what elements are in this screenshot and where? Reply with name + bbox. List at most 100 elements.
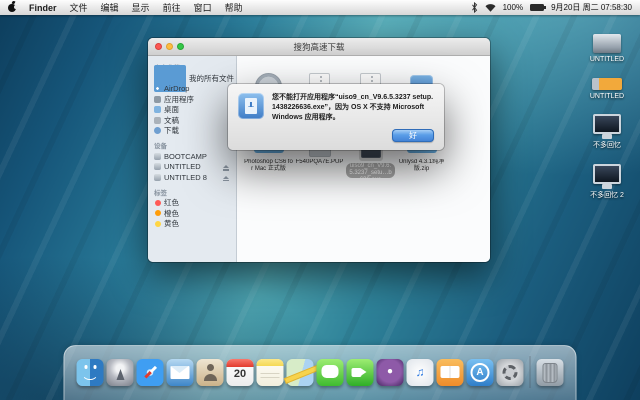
dock-icon-trash[interactable] xyxy=(537,359,564,386)
dock-icon-launchpad[interactable] xyxy=(107,359,134,386)
dock-separator xyxy=(530,356,531,388)
sidebar-item-bootcamp[interactable]: BOOTCAMP xyxy=(154,151,236,162)
dock: 20 xyxy=(64,345,577,400)
file-name: Unlysd 4.3.1纯净版.zip xyxy=(397,159,446,173)
battery-percent[interactable]: 100% xyxy=(503,3,523,12)
downloads-icon xyxy=(154,127,161,134)
desktop-icon-label: UNTITLED xyxy=(590,56,624,64)
menu-finder[interactable]: Finder xyxy=(28,3,58,13)
sidebar-item-label: 我的所有文件 xyxy=(189,73,234,84)
menu-bar: Finder 文件 编辑 显示 前往 窗口 帮助 100% 9月20日 周二 0… xyxy=(0,0,640,15)
alert-app-icon xyxy=(238,93,264,119)
sidebar-item-downloads[interactable]: 下载 xyxy=(154,126,236,137)
sidebar-item-label: 红色 xyxy=(164,197,179,208)
sidebar-item-tag-yellow[interactable]: 黄色 xyxy=(154,219,236,230)
desktop-icon-display-1[interactable]: 不多回忆 xyxy=(576,114,638,150)
sidebar-item-applications[interactable]: 应用程序 xyxy=(154,94,236,105)
desktop-icon-label: 不多回忆 xyxy=(593,142,621,150)
yellow-tag-icon xyxy=(155,221,161,227)
finder-sidebar: 个人收藏 我的所有文件 AirDrop 应用程序 桌面 文稿 下载 设备 BOO… xyxy=(148,56,237,262)
zoom-button[interactable] xyxy=(177,43,184,50)
documents-icon xyxy=(154,117,161,124)
wifi-icon[interactable] xyxy=(485,3,496,12)
sidebar-item-label: 应用程序 xyxy=(164,94,194,105)
menu-view[interactable]: 显示 xyxy=(131,1,151,14)
close-button[interactable] xyxy=(155,43,162,50)
menu-file[interactable]: 文件 xyxy=(69,1,89,14)
sidebar-item-tag-red[interactable]: 红色 xyxy=(154,198,236,209)
alert-message: 您不能打开应用程序“uiso9_cn_V9.6.5.3237 setup. 14… xyxy=(272,93,434,122)
dock-icon-finder[interactable] xyxy=(77,359,104,386)
dock-icon-mail[interactable] xyxy=(167,359,194,386)
menu-edit[interactable]: 编辑 xyxy=(100,1,120,14)
sidebar-item-untitled[interactable]: UNTITLED xyxy=(154,162,236,173)
dock-icon-notes[interactable] xyxy=(257,359,284,386)
sidebar-item-documents[interactable]: 文稿 xyxy=(154,115,236,126)
orange-tag-icon xyxy=(155,210,161,216)
sidebar-item-desktop[interactable]: 桌面 xyxy=(154,105,236,116)
traffic-lights xyxy=(155,43,184,50)
file-name: Photoshop CS6 for Mac 正式版 xyxy=(244,159,293,173)
dock-icon-ibooks[interactable] xyxy=(437,359,464,386)
sidebar-item-label: BOOTCAMP xyxy=(164,152,207,161)
sidebar-item-label: 黄色 xyxy=(164,218,179,229)
red-tag-icon xyxy=(155,200,161,206)
sidebar-item-label: 橙色 xyxy=(164,208,179,219)
sidebar-section-tags: 标签 xyxy=(154,187,236,197)
window-titlebar[interactable]: 搜狗高速下载 xyxy=(148,38,490,56)
desktop-icon-label: 不多回忆 2 xyxy=(590,192,624,200)
sidebar-item-airdrop[interactable]: AirDrop xyxy=(154,84,236,95)
dock-icon-app-store[interactable] xyxy=(467,359,494,386)
window-title: 搜狗高速下载 xyxy=(148,41,490,53)
applications-icon xyxy=(154,96,161,103)
menubar-clock[interactable]: 9月20日 周二 07:58:30 xyxy=(551,2,632,13)
sidebar-item-tag-orange[interactable]: 橙色 xyxy=(154,208,236,219)
menu-help[interactable]: 帮助 xyxy=(224,1,244,14)
alert-buttons: 好 xyxy=(238,129,434,142)
sidebar-item-label: UNTITLED 8 xyxy=(164,173,207,182)
sidebar-item-label: AirDrop xyxy=(164,84,189,93)
sidebar-section-devices: 设备 xyxy=(154,140,236,150)
dock-icon-calendar[interactable]: 20 xyxy=(227,359,254,386)
alert-content: 您不能打开应用程序“uiso9_cn_V9.6.5.3237 setup. 14… xyxy=(238,93,434,122)
dock-icon-contacts[interactable] xyxy=(197,359,224,386)
apple-menu-icon[interactable] xyxy=(8,4,16,12)
desktop-icon-untitled-2[interactable]: UNTITLED xyxy=(576,78,638,101)
ok-button[interactable]: 好 xyxy=(392,129,434,142)
sidebar-item-all-my-files[interactable]: 我的所有文件 xyxy=(154,73,236,84)
alert-dialog: 您不能打开应用程序“uiso9_cn_V9.6.5.3237 setup. 14… xyxy=(228,84,444,150)
sidebar-item-untitled-8[interactable]: UNTITLED 8 xyxy=(154,172,236,183)
desktop-icon-untitled-1[interactable]: UNTITLED xyxy=(576,34,638,64)
desktop-icon-column: UNTITLED UNTITLED 不多回忆 不多回忆 2 xyxy=(576,34,638,200)
desktop-folder-icon xyxy=(154,106,161,113)
dock-icon-itunes[interactable] xyxy=(407,359,434,386)
drive-icon xyxy=(154,153,161,160)
dock-icon-maps[interactable] xyxy=(287,359,314,386)
external-drive-icon xyxy=(593,34,621,53)
display-icon xyxy=(593,114,621,134)
bluetooth-icon[interactable] xyxy=(471,2,478,13)
eject-icon[interactable] xyxy=(223,165,229,168)
menu-list: Finder 文件 编辑 显示 前往 窗口 帮助 xyxy=(8,1,244,14)
dock-icon-system-preferences[interactable] xyxy=(497,359,524,386)
dock-icon-safari[interactable] xyxy=(137,359,164,386)
desktop-icon-label: UNTITLED xyxy=(590,93,624,101)
dock-icon-messages[interactable] xyxy=(317,359,344,386)
dock-icon-facetime[interactable] xyxy=(347,359,374,386)
battery-icon[interactable] xyxy=(530,4,544,11)
file-name: F540PQA7E.PUP xyxy=(296,159,344,166)
minimize-button[interactable] xyxy=(166,43,173,50)
drive-icon xyxy=(154,163,161,170)
menu-go[interactable]: 前往 xyxy=(162,1,182,14)
usb-drive-icon xyxy=(592,78,622,90)
calendar-day: 20 xyxy=(227,369,254,380)
sidebar-item-label: 文稿 xyxy=(164,115,179,126)
eject-icon[interactable] xyxy=(223,176,229,179)
display-icon xyxy=(593,164,621,184)
dock-icon-photo-booth[interactable] xyxy=(377,359,404,386)
menu-window[interactable]: 窗口 xyxy=(193,1,213,14)
sidebar-item-label: 桌面 xyxy=(164,104,179,115)
drive-icon xyxy=(154,174,161,181)
desktop-icon-display-2[interactable]: 不多回忆 2 xyxy=(576,164,638,200)
sidebar-item-label: UNTITLED xyxy=(164,162,201,171)
